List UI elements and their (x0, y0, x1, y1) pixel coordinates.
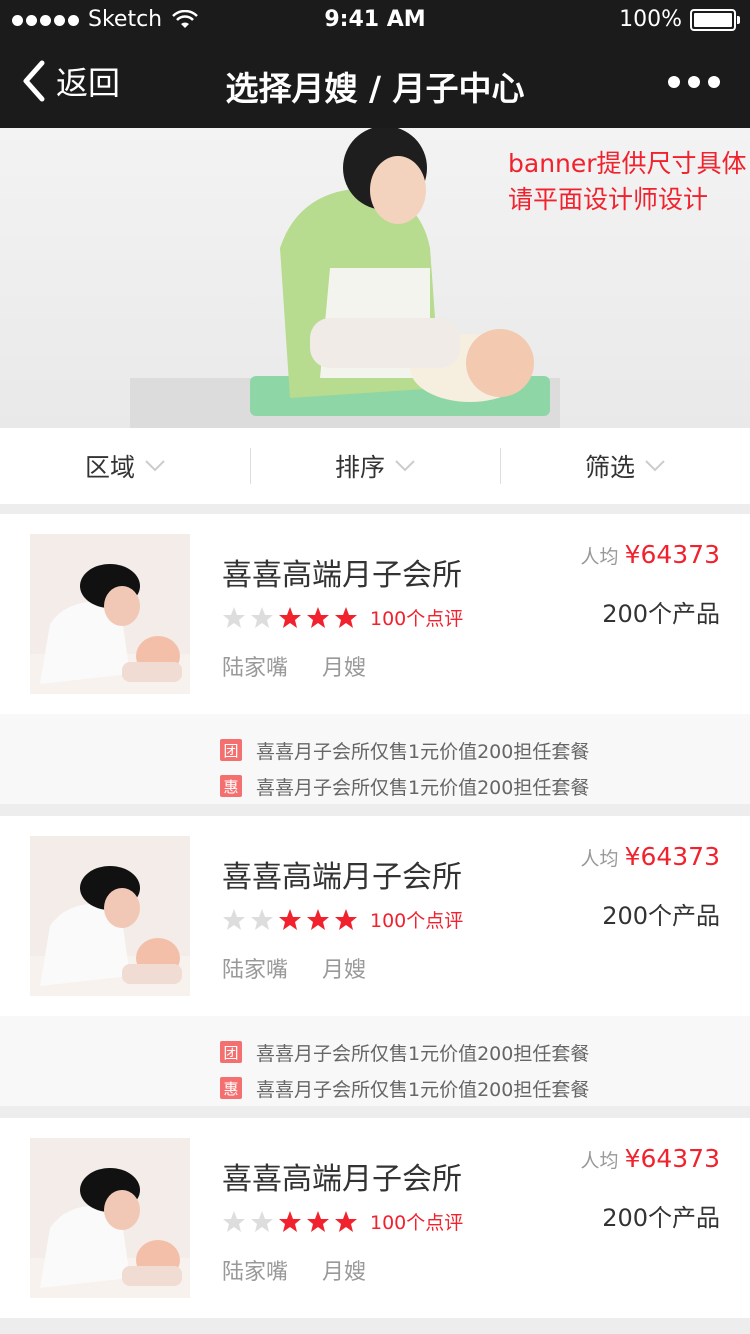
star-icon (335, 1210, 357, 1232)
listing-title: 喜喜高端月子会所 (222, 860, 462, 895)
star-icon (279, 1210, 301, 1232)
price: 人均 ¥64373 (581, 842, 720, 871)
promo-item[interactable]: 惠 喜喜月子会所仅售1元价值200担任套餐 (220, 768, 750, 804)
battery-icon (690, 8, 740, 31)
promo-list: 团 喜喜月子会所仅售1元价值200担任套餐 惠 喜喜月子会所仅售1元价值200担… (0, 714, 750, 804)
promo-badge: 惠 (220, 1077, 242, 1099)
price: 人均 ¥64373 (581, 1144, 720, 1173)
promo-item[interactable]: 团 喜喜月子会所仅售1元价值200担任套餐 (220, 732, 750, 768)
star-icon (251, 908, 273, 930)
price: 人均 ¥64373 (581, 540, 720, 569)
page-title: 选择月嫂 / 月子中心 (225, 69, 525, 108)
star-icon (279, 908, 301, 930)
promo-badge: 团 (220, 739, 242, 761)
listing-title: 喜喜高端月子会所 (222, 1162, 462, 1197)
star-icon (223, 606, 245, 628)
chevron-down-icon (395, 460, 415, 472)
area-tag: 陆家嘴 (222, 1260, 289, 1285)
rating: 100个点评 (222, 1208, 463, 1235)
listing-main: 喜喜高端月子会所 100个点评 陆家嘴 月嫂 人均 ¥64373 200个产品 (0, 816, 750, 1016)
product-count: 200个产品 (602, 600, 720, 628)
nav-bar: 返回 选择月嫂 / 月子中心 (0, 40, 750, 128)
chevron-down-icon (145, 460, 165, 472)
price-value: ¥64373 (624, 540, 720, 569)
filter-label: 筛选 (584, 453, 635, 482)
battery-percent: 100% (619, 7, 682, 32)
banner-note-line2: 请平面设计师设计 (508, 185, 709, 214)
star-icon (307, 1210, 329, 1232)
chevron-down-icon (645, 460, 665, 472)
banner-note: banner提供尺寸具体 请平面设计师设计 (508, 146, 748, 218)
star-icon (251, 606, 273, 628)
listing-main: 喜喜高端月子会所 100个点评 陆家嘴 月嫂 人均 ¥64373 200个产品 (0, 1118, 750, 1318)
type-tag: 月嫂 (322, 958, 367, 983)
product-count: 200个产品 (602, 902, 720, 930)
area-tag: 陆家嘴 (222, 958, 289, 983)
star-icon (251, 1210, 273, 1232)
listing-card[interactable]: 喜喜高端月子会所 100个点评 陆家嘴 月嫂 人均 ¥64373 200个产品 (0, 1118, 750, 1318)
listing-photo (30, 836, 190, 996)
price-value: ¥64373 (624, 842, 720, 871)
price-label: 人均 (580, 848, 619, 870)
banner-note-line1: banner提供尺寸具体 (508, 149, 747, 178)
listing-main: 喜喜高端月子会所 100个点评 陆家嘴 月嫂 人均 ¥64373 200个产品 (0, 514, 750, 714)
promo-list: 团 喜喜月子会所仅售1元价值200担任套餐 惠 喜喜月子会所仅售1元价值200担… (0, 1016, 750, 1106)
promo-badge: 团 (220, 1041, 242, 1063)
listing-tags: 陆家嘴 月嫂 (222, 1254, 366, 1286)
promo-text: 喜喜月子会所仅售1元价值200担任套餐 (256, 1042, 590, 1065)
filter-screen[interactable]: 筛选 (500, 428, 750, 504)
type-tag: 月嫂 (322, 1260, 367, 1285)
listing-photo (30, 534, 190, 694)
listing-title: 喜喜高端月子会所 (222, 558, 462, 593)
listing-tags: 陆家嘴 月嫂 (222, 952, 366, 984)
filter-bar: 区域 排序 筛选 (0, 428, 750, 504)
review-count[interactable]: 100个点评 (370, 604, 463, 631)
filter-sort[interactable]: 排序 (250, 428, 500, 504)
filter-label: 区域 (84, 453, 135, 482)
banner[interactable]: banner提供尺寸具体 请平面设计师设计 (0, 128, 750, 428)
banner-photo (130, 128, 560, 428)
star-icon (307, 908, 329, 930)
price-label: 人均 (580, 1150, 619, 1172)
star-icon (335, 908, 357, 930)
promo-text: 喜喜月子会所仅售1元价值200担任套餐 (256, 776, 590, 799)
area-tag: 陆家嘴 (222, 656, 289, 681)
star-icon (279, 606, 301, 628)
status-bar: Sketch 9:41 AM 100% (0, 0, 750, 40)
listing-card[interactable]: 喜喜高端月子会所 100个点评 陆家嘴 月嫂 人均 ¥64373 200个产品 团… (0, 816, 750, 1106)
promo-item[interactable]: 惠 喜喜月子会所仅售1元价值200担任套餐 (220, 1070, 750, 1106)
product-count: 200个产品 (602, 1204, 720, 1232)
more-icon[interactable] (660, 76, 720, 88)
promo-badge: 惠 (220, 775, 242, 797)
review-count[interactable]: 100个点评 (370, 906, 463, 933)
promo-text: 喜喜月子会所仅售1元价值200担任套餐 (256, 1078, 590, 1101)
filter-label: 排序 (334, 453, 385, 482)
star-icon (223, 1210, 245, 1232)
listing-tags: 陆家嘴 月嫂 (222, 650, 366, 682)
promo-item[interactable]: 团 喜喜月子会所仅售1元价值200担任套餐 (220, 1034, 750, 1070)
rating: 100个点评 (222, 604, 463, 631)
price-label: 人均 (580, 546, 619, 568)
review-count[interactable]: 100个点评 (370, 1208, 463, 1235)
star-icon (223, 908, 245, 930)
filter-area[interactable]: 区域 (0, 428, 250, 504)
listing-card[interactable]: 喜喜高端月子会所 100个点评 陆家嘴 月嫂 人均 ¥64373 200个产品 团… (0, 514, 750, 804)
status-right: 100% (619, 7, 740, 32)
rating: 100个点评 (222, 906, 463, 933)
listing-photo (30, 1138, 190, 1298)
promo-text: 喜喜月子会所仅售1元价值200担任套餐 (256, 740, 590, 763)
star-icon (335, 606, 357, 628)
star-icon (307, 606, 329, 628)
price-value: ¥64373 (624, 1144, 720, 1173)
type-tag: 月嫂 (322, 656, 367, 681)
